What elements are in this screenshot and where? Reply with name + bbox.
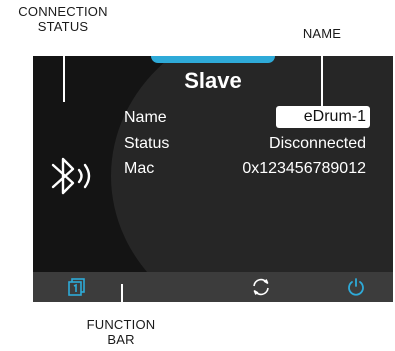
status-label: Status <box>124 135 170 152</box>
page-title: Slave <box>184 68 242 93</box>
leader-function-bar <box>121 284 123 312</box>
callout-line-2: BAR <box>107 332 135 347</box>
status-value: Disconnected <box>269 135 366 152</box>
callout-line-1: FUNCTION <box>86 317 156 332</box>
page-1-icon[interactable] <box>67 277 87 297</box>
callout-name-text: NAME <box>302 26 342 41</box>
name-field[interactable]: eDrum-1 <box>276 106 370 128</box>
refresh-icon[interactable] <box>251 277 271 297</box>
device-screen: Slave Name eDrum-1 Status Disconnected M… <box>33 56 393 302</box>
mac-value: 0x123456789012 <box>242 160 366 177</box>
callout-connection-status: CONNECTION STATUS <box>4 4 122 34</box>
top-tab-indicator <box>151 56 275 63</box>
mac-label: Mac <box>124 160 155 177</box>
function-bar <box>33 272 393 302</box>
callout-line-2: STATUS <box>37 19 89 34</box>
bluetooth-signal-icon <box>51 157 91 195</box>
callout-line-1: CONNECTION <box>18 4 108 19</box>
leader-connection-status <box>63 40 65 102</box>
power-icon[interactable] <box>346 277 366 297</box>
callout-name: NAME <box>294 26 350 41</box>
name-value: eDrum-1 <box>303 108 366 125</box>
callout-function-bar: FUNCTION BAR <box>62 317 180 347</box>
name-label: Name <box>124 109 167 126</box>
leader-name <box>321 44 323 106</box>
